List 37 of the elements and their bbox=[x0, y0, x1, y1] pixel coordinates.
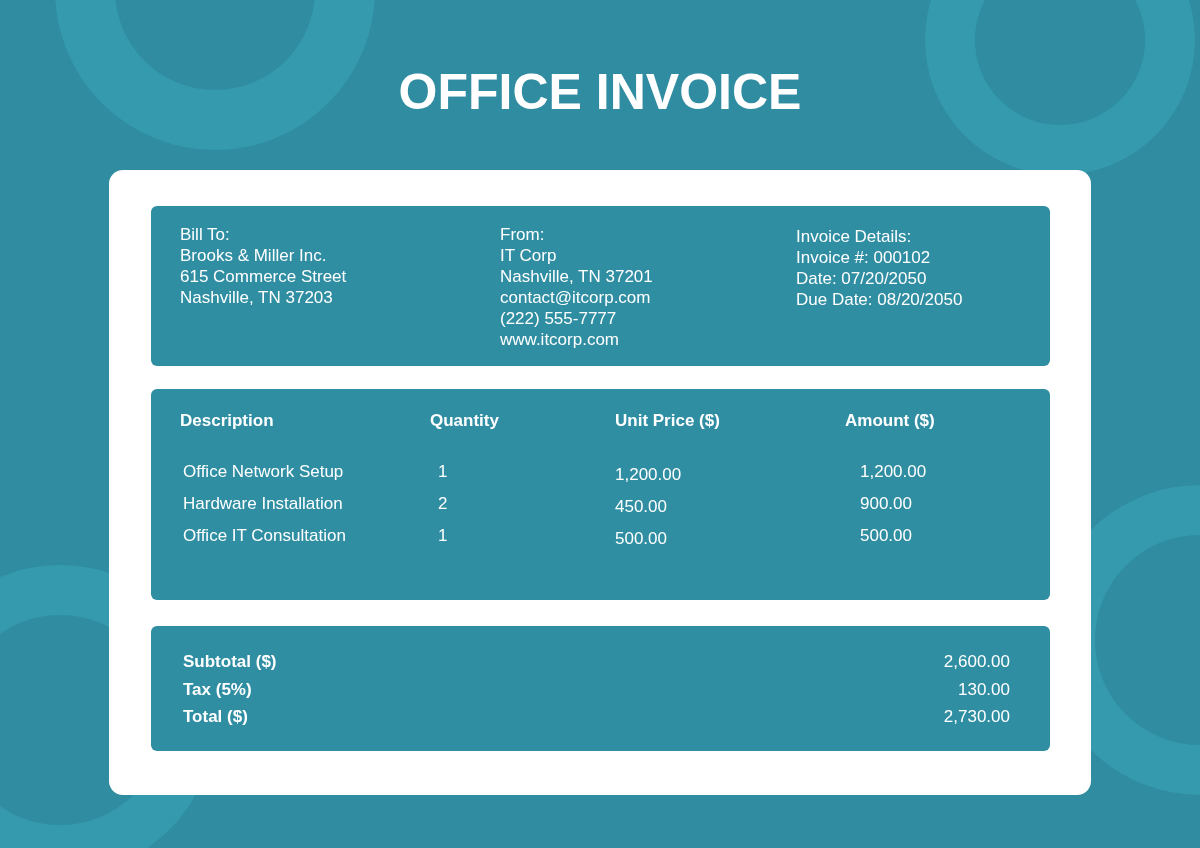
table-cell-text: 2 bbox=[437, 494, 449, 515]
total-value: 130.00 bbox=[958, 678, 1010, 701]
total-value: 2,600.00 bbox=[943, 651, 1010, 673]
total-label: Total ($) bbox=[183, 706, 248, 728]
column-header: Description bbox=[180, 411, 275, 431]
party-line: Date: 07/20/2050 bbox=[796, 268, 928, 289]
total-label: Subtotal ($) bbox=[183, 651, 277, 673]
table-cell-text: 1 bbox=[437, 462, 449, 483]
table-cell-text: Office IT Consultation bbox=[182, 526, 347, 547]
table-cell-text: 500.00 bbox=[859, 526, 913, 547]
party-line: IT Corp bbox=[500, 245, 558, 266]
party-heading: Invoice Details: bbox=[796, 226, 913, 247]
table-cell-text: 1,200.00 bbox=[859, 462, 928, 483]
table-cell-text: 1 bbox=[437, 526, 449, 547]
party-line: www.itcorp.com bbox=[500, 329, 621, 350]
party-line: contact@itcorp.com bbox=[500, 287, 652, 308]
total-value: 2,730.00 bbox=[943, 706, 1010, 728]
party-line: 615 Commerce Street bbox=[180, 266, 348, 287]
party-heading: Bill To: bbox=[180, 224, 231, 245]
table-cell-text: 450.00 bbox=[614, 496, 668, 517]
total-label: Tax (5%) bbox=[183, 678, 252, 701]
party-line: Brooks & Miller Inc. bbox=[180, 245, 328, 266]
table-cell-text: 900.00 bbox=[859, 494, 913, 515]
party-line: Nashville, TN 37203 bbox=[180, 287, 334, 308]
table-cell-text: 500.00 bbox=[614, 528, 668, 549]
party-line: Nashville, TN 37201 bbox=[500, 266, 654, 287]
party-heading: From: bbox=[500, 224, 546, 245]
party-line: Due Date: 08/20/2050 bbox=[796, 289, 964, 310]
table-cell-text: 1,200.00 bbox=[614, 464, 683, 485]
party-line: (222) 555-7777 bbox=[500, 308, 618, 329]
party-line: Invoice #: 000102 bbox=[796, 247, 932, 268]
column-header: Unit Price ($) bbox=[614, 411, 721, 431]
column-header: Amount ($) bbox=[844, 411, 936, 431]
table-cell-text: Office Network Setup bbox=[182, 462, 345, 483]
table-cell-text: Hardware Installation bbox=[182, 494, 344, 515]
column-header: Quantity bbox=[429, 411, 500, 431]
invoice-title: OFFICE INVOICE bbox=[397, 63, 803, 122]
